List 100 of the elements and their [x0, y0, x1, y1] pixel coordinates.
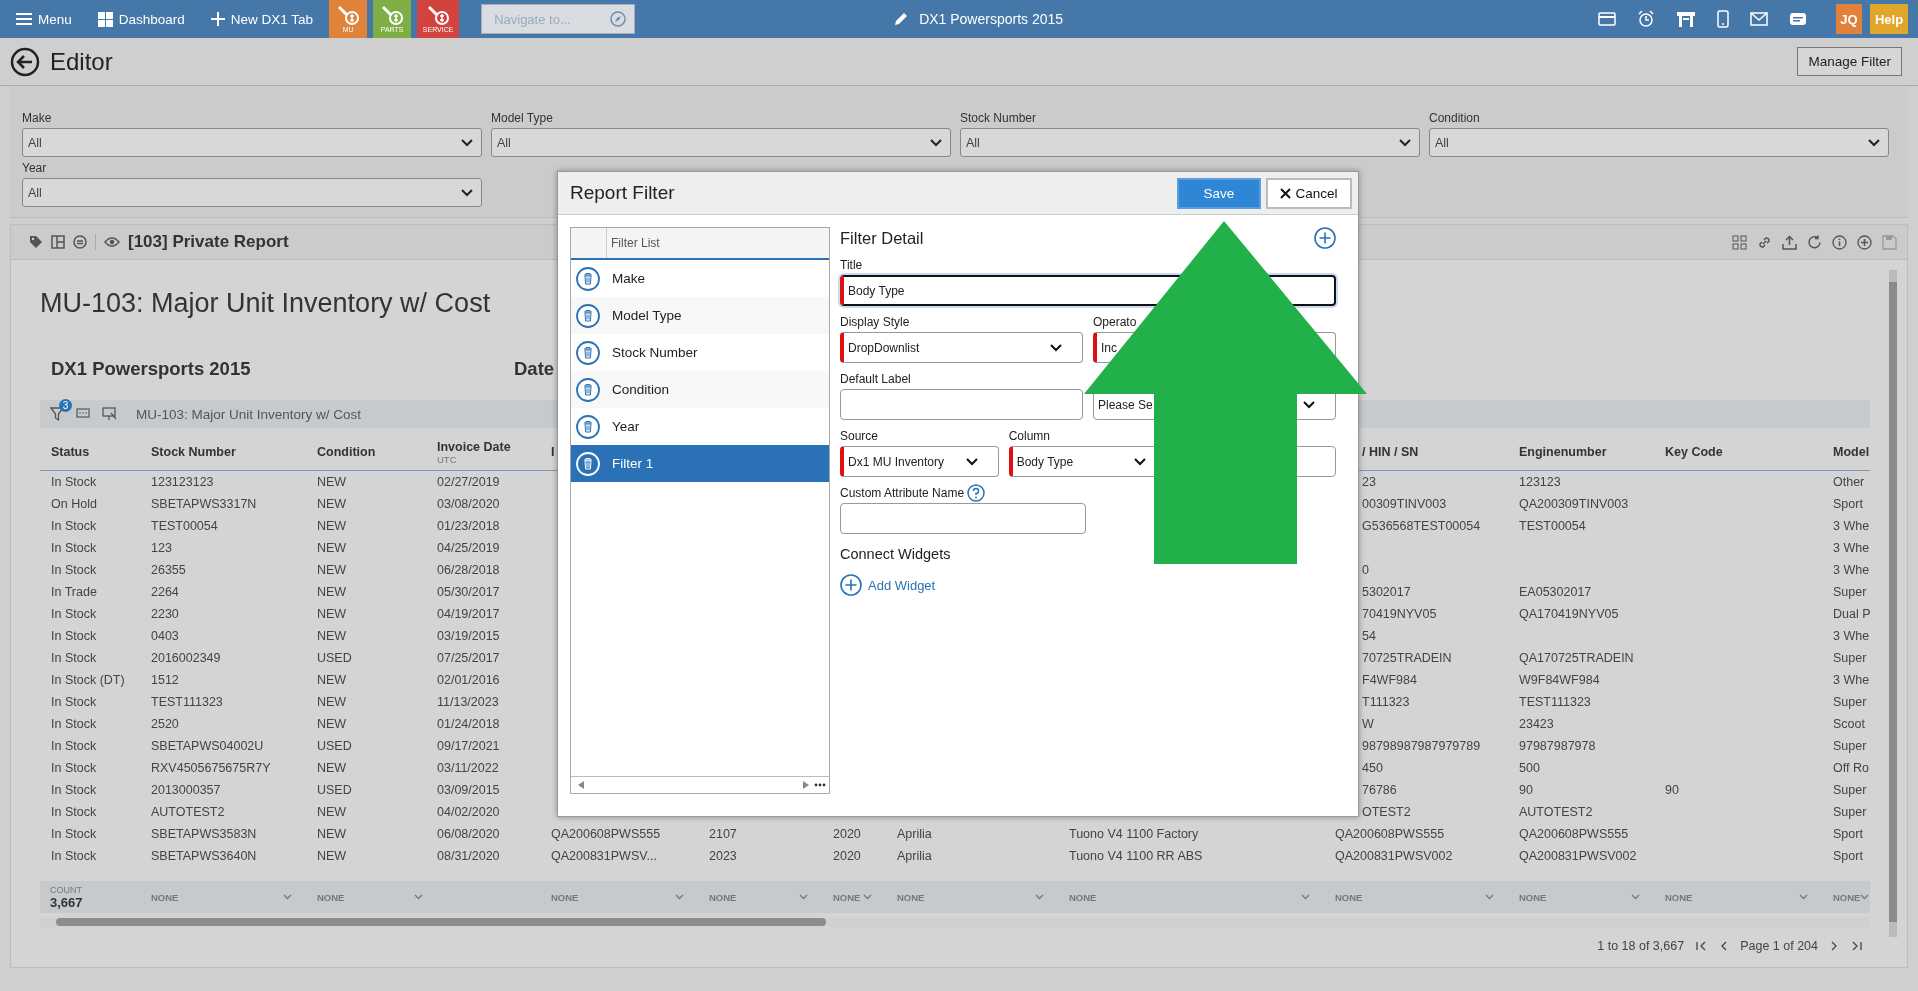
report-name: [103] Private Report	[128, 232, 289, 252]
table-cell-text: Scoot	[1832, 717, 1866, 731]
filter-list-item[interactable]: Year	[571, 408, 829, 445]
table-cell-text: AUTOTEST2	[1518, 805, 1594, 819]
table-cell-text: 03/11/2022	[436, 761, 500, 775]
column-header[interactable]: Key Code	[1654, 445, 1822, 459]
table-cell-text: QA170725TRADEIN	[1518, 651, 1635, 665]
table-cell-text: NEW	[316, 849, 348, 863]
table-cell-text: 2020	[832, 827, 862, 841]
column-header[interactable]: Stock Number	[140, 445, 306, 459]
filter-dropdown[interactable]: All	[22, 178, 482, 207]
table-cell-text: Sport	[1832, 827, 1864, 841]
table-cell-text: In Stock	[50, 849, 98, 863]
company-title: DX1 Powersports 2015	[919, 11, 1064, 27]
table-cell-text: NEW	[316, 563, 348, 577]
table-cell-text: QA200608PWS555	[1518, 827, 1630, 841]
filter-count-badge: 3	[59, 399, 72, 412]
table-cell-text: 00309TINV003	[1361, 497, 1448, 511]
table-cell-text: Other	[1832, 475, 1866, 489]
table-cell-text: 3 Whe	[1832, 629, 1870, 643]
table-cell-text: 70725TRADEIN	[1361, 651, 1453, 665]
new-tab-button[interactable]: New DX1 Tab	[194, 0, 324, 38]
company-name: DX1 Powersports 2015	[51, 358, 252, 380]
table-cell-text: G536568TEST00054	[1361, 519, 1482, 533]
table-cell-text: In Stock	[50, 761, 98, 775]
table-cell-text: 03/09/2015	[436, 783, 501, 797]
page-indicator: Page 1 of 204	[1740, 939, 1818, 953]
column-header[interactable]: Condition	[306, 445, 426, 459]
filter-list-item[interactable]: Stock Number	[571, 334, 829, 371]
table-cell-text: 2230	[150, 607, 180, 621]
table-cell-text: NEW	[316, 607, 348, 621]
table-cell-text: 04/02/2020	[436, 805, 501, 819]
save-button[interactable]: Save	[1177, 177, 1261, 209]
filter-dropdown[interactable]: All	[22, 128, 482, 157]
table-cell-text: 3 Whe	[1832, 519, 1870, 533]
table-cell-text: QA200831PWSV002	[1518, 849, 1638, 863]
filter-list-item[interactable]: Model Type	[571, 297, 829, 334]
field-label: Title	[840, 258, 863, 272]
dashboard-button[interactable]: Dashboard	[81, 0, 195, 38]
table-cell-text: Aprilia	[896, 849, 933, 863]
table-cell-text: 11/13/2023	[436, 695, 500, 709]
table-cell-text: 123	[150, 541, 173, 555]
table-cell-text: NEW	[316, 519, 348, 533]
field-label: Column	[1008, 429, 1051, 443]
table-cell-text: NEW	[316, 761, 348, 775]
table-cell-text: RXV4505675675R7Y	[150, 761, 272, 775]
cancel-button[interactable]: Cancel	[1266, 177, 1352, 209]
table-cell-text: 70419NYV05	[1361, 607, 1438, 621]
table-cell-text: 03/19/2015	[436, 629, 501, 643]
table-cell-text: 90	[1518, 783, 1534, 797]
table-cell-text: 5302017	[1361, 585, 1412, 599]
filter-label: Stock Number	[960, 111, 1038, 125]
table-cell-text: T111323	[1361, 695, 1411, 709]
menu-button[interactable]: Menu	[0, 0, 82, 38]
table-cell-text: In Stock	[50, 827, 98, 841]
table-cell-text: SBETAPWS3640N	[150, 849, 258, 863]
column-header[interactable]: Invoice Date UTC	[426, 439, 540, 465]
table-cell-text: In Stock	[50, 475, 98, 489]
table-cell-text: In Stock	[50, 629, 98, 643]
table-cell-text: In Stock	[50, 739, 98, 753]
page-title: Editor	[50, 47, 113, 76]
navigate-field[interactable]: Navigate to...	[481, 4, 636, 34]
table-cell-text: Super	[1832, 783, 1868, 797]
table-cell-text: Super	[1832, 695, 1868, 709]
filter-list-item[interactable]: Condition	[571, 371, 829, 408]
table-cell-text: 02/27/2019	[436, 475, 501, 489]
field-label: Operato	[1093, 315, 1137, 329]
manage-filter-button[interactable]: Manage Filter	[1797, 47, 1902, 76]
dropdown[interactable]: DropDownlist	[840, 332, 1083, 363]
filter-dropdown[interactable]: All	[1429, 128, 1889, 157]
filter-list-item[interactable]: Make	[571, 260, 829, 297]
table-cell-text: 05/30/2017	[436, 585, 501, 599]
table-cell-text: 06/08/2020	[436, 827, 501, 841]
table-cell-text: 04/25/2019	[436, 541, 501, 555]
table-cell-text: SBETAPWS04002U	[150, 739, 265, 753]
table-cell-text: 0	[1361, 563, 1370, 577]
table-cell-text: NEW	[316, 475, 348, 489]
table-cell-text: TEST00054	[150, 519, 219, 533]
table-cell-text: Sport	[1832, 849, 1864, 863]
table-cell-text: Super	[1832, 651, 1868, 665]
table-cell-text: 90	[1664, 783, 1680, 797]
column-header[interactable]: Model	[1822, 445, 1870, 459]
column-header[interactable]: Enginenumber	[1508, 445, 1654, 459]
table-cell-text: EA05302017	[1518, 585, 1593, 599]
dropdown[interactable]: Dx1 MU Inventory	[840, 446, 999, 477]
column-header[interactable]: Status	[40, 445, 140, 459]
table-cell-text: 3 Whe	[1832, 541, 1870, 555]
table-cell-text: 04/19/2017	[436, 607, 501, 621]
section-title: Connect Widgets	[840, 546, 952, 562]
table-cell-text: In Stock	[50, 783, 98, 797]
table-cell-text: Tuono V4 1100 Factory	[1068, 827, 1200, 841]
filter-dropdown[interactable]: All	[960, 128, 1420, 157]
filter-list-item[interactable]: Filter 1	[571, 445, 829, 482]
table-cell-text: NEW	[316, 717, 348, 731]
dialog-title: Report Filter	[570, 182, 675, 204]
table-cell-text: SBETAPWS3583N	[150, 827, 258, 841]
filter-dropdown[interactable]: All	[491, 128, 951, 157]
add-widget-link[interactable]: Add Widget	[840, 574, 936, 596]
table-cell-text: USED	[316, 739, 353, 753]
field-label: Source	[840, 429, 879, 443]
